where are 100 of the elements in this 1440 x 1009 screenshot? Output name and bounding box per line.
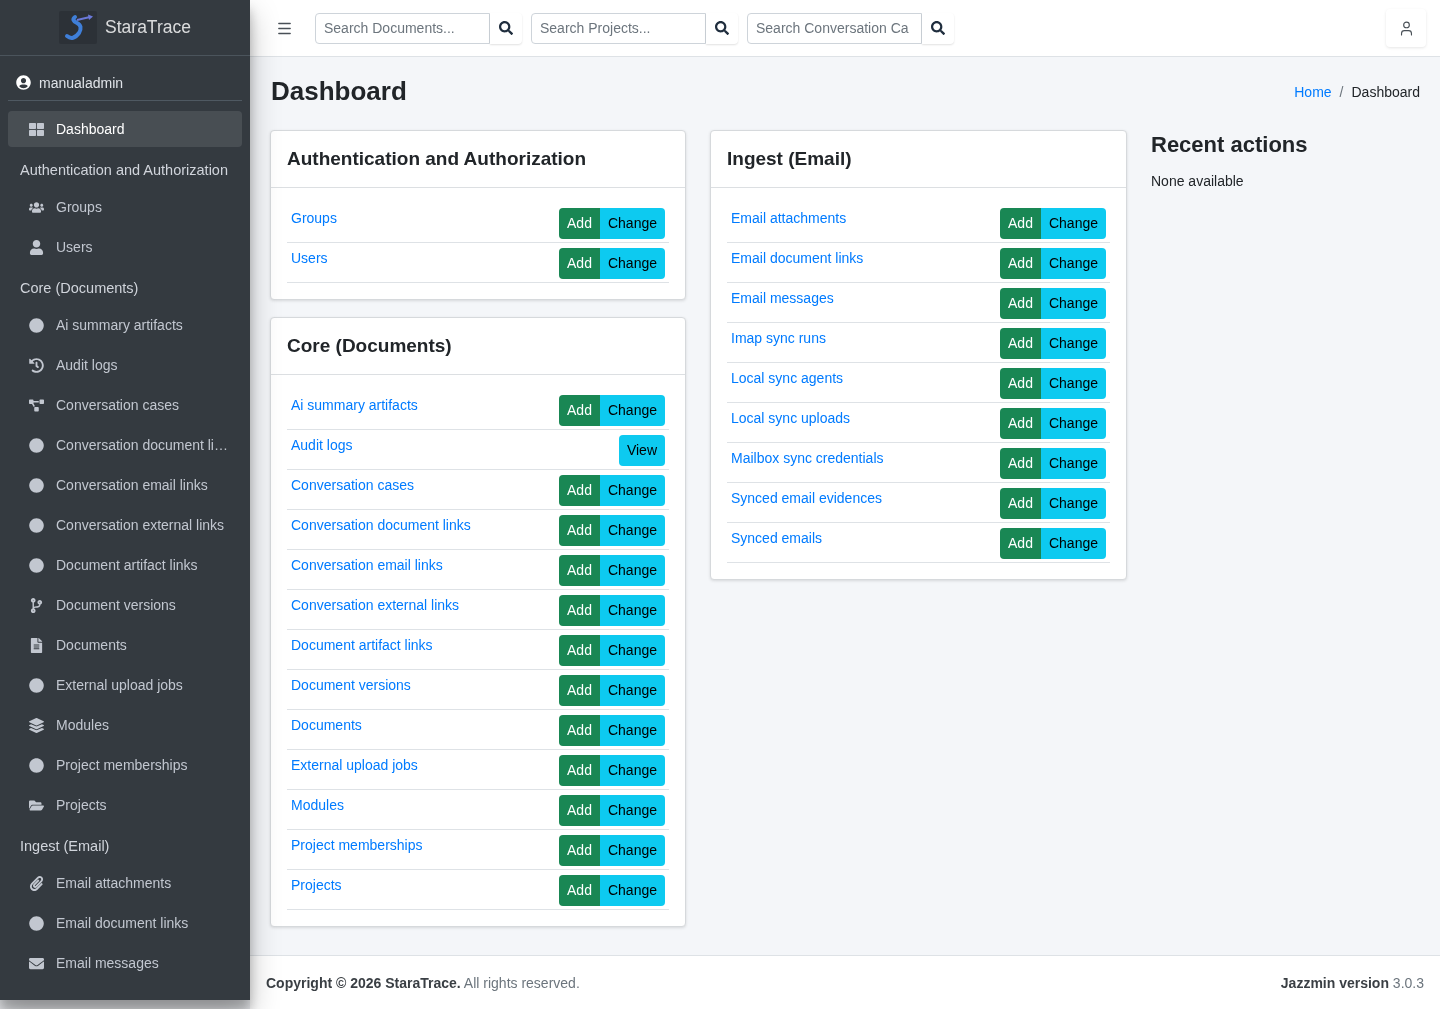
nav-item[interactable]: Conversation email links — [8, 467, 242, 503]
model-link[interactable]: Documents — [291, 715, 362, 737]
add-button[interactable]: Add — [559, 875, 600, 907]
add-button[interactable]: Add — [559, 208, 600, 240]
nav-item[interactable]: Projects — [8, 787, 242, 823]
change-button[interactable]: Change — [599, 208, 665, 240]
model-link[interactable]: Email document links — [731, 248, 864, 270]
search-field[interactable]: Search Conversation Ca — [747, 12, 922, 44]
nav-item[interactable]: Email messages — [8, 945, 242, 981]
search-field[interactable]: Search Documents... — [315, 12, 490, 44]
add-button[interactable]: Add — [559, 395, 600, 427]
add-button[interactable]: Add — [559, 555, 600, 587]
breadcrumb-link[interactable]: Home — [1294, 83, 1332, 100]
nav-item[interactable]: Ai summary artifacts — [8, 307, 242, 343]
change-button[interactable]: Change — [1040, 368, 1106, 400]
change-button[interactable]: Change — [1040, 208, 1106, 240]
nav-item[interactable]: Email attachments — [8, 865, 242, 901]
model-link[interactable]: External upload jobs — [291, 755, 418, 777]
change-button[interactable]: Change — [1040, 408, 1106, 440]
add-button[interactable]: Add — [559, 248, 600, 280]
model-link[interactable]: Local sync agents — [731, 368, 844, 390]
change-button[interactable]: Change — [1040, 328, 1106, 360]
model-link[interactable]: Ai summary artifacts — [291, 395, 418, 417]
nav-item[interactable]: Conversation cases — [8, 387, 242, 423]
empty-message: None available — [1151, 172, 1245, 189]
model-link[interactable]: Mailbox sync credentials — [731, 448, 884, 470]
nav-item[interactable]: Users — [8, 229, 242, 265]
add-button[interactable]: Add — [1000, 248, 1041, 280]
nav-item[interactable]: Conversation external links — [8, 507, 242, 543]
change-button[interactable]: Change — [1040, 288, 1106, 320]
nav-item[interactable]: Project memberships — [8, 747, 242, 783]
user-icon — [28, 239, 44, 255]
nav-item[interactable]: Document versions — [8, 587, 242, 623]
add-button[interactable]: Add — [1000, 328, 1041, 360]
change-button[interactable]: Change — [599, 715, 665, 747]
nav-item[interactable]: Dashboard — [8, 111, 242, 147]
model-link[interactable]: Conversation email links — [291, 555, 443, 577]
add-button[interactable]: Add — [559, 795, 600, 827]
change-button[interactable]: Change — [1040, 488, 1106, 520]
change-button[interactable]: Change — [599, 395, 665, 427]
nav-item[interactable]: Audit logs — [8, 347, 242, 383]
add-button[interactable]: Add — [559, 595, 600, 627]
change-button[interactable]: Change — [599, 515, 665, 547]
model-link[interactable]: Groups — [291, 208, 337, 230]
add-button[interactable]: Add — [559, 835, 600, 867]
add-button[interactable]: Add — [1000, 288, 1041, 320]
model-link[interactable]: Email attachments — [731, 208, 847, 230]
model-link[interactable]: Email messages — [731, 288, 834, 310]
add-button[interactable]: Add — [559, 515, 600, 547]
search-button[interactable] — [922, 12, 954, 44]
nav-item[interactable]: Email document links — [8, 905, 242, 941]
add-button[interactable]: Add — [559, 475, 600, 507]
model-link[interactable]: Imap sync runs — [731, 328, 826, 350]
model-link[interactable]: Modules — [291, 795, 344, 817]
change-button[interactable]: Change — [599, 555, 665, 587]
search-field[interactable]: Search Projects... — [531, 12, 706, 44]
change-button[interactable]: Change — [599, 675, 665, 707]
model-link[interactable]: Users — [291, 248, 328, 270]
model-link[interactable]: Local sync uploads — [731, 408, 851, 430]
model-link[interactable]: Conversation external links — [291, 595, 460, 617]
change-button[interactable]: Change — [599, 595, 665, 627]
add-button[interactable]: Add — [559, 635, 600, 667]
add-button[interactable]: Add — [1000, 368, 1041, 400]
change-button[interactable]: Change — [599, 835, 665, 867]
model-link[interactable]: Audit logs — [291, 435, 353, 457]
add-button[interactable]: Add — [559, 755, 600, 787]
change-button[interactable]: Change — [599, 795, 665, 827]
model-link[interactable]: Conversation cases — [291, 475, 414, 497]
nav-item[interactable]: Document artifact links — [8, 547, 242, 583]
nav-item[interactable]: Groups — [8, 189, 242, 225]
model-link[interactable]: Document versions — [291, 675, 411, 697]
add-button[interactable]: Add — [1000, 208, 1041, 240]
nav-item[interactable]: Modules — [8, 707, 242, 743]
model-link[interactable]: Synced email evidences — [731, 488, 882, 510]
change-button[interactable]: Change — [599, 635, 665, 667]
add-button[interactable]: Add — [1000, 448, 1041, 480]
model-link[interactable]: Document artifact links — [291, 635, 433, 657]
change-button[interactable]: Change — [1040, 248, 1106, 280]
nav-item[interactable]: Conversation document li… — [8, 427, 242, 463]
view-button[interactable]: View — [618, 435, 665, 467]
add-button[interactable]: Add — [1000, 488, 1041, 520]
nav-item[interactable]: Documents — [8, 627, 242, 663]
model-link[interactable]: Project memberships — [291, 835, 423, 857]
user-menu-button[interactable] — [1386, 9, 1426, 47]
add-button[interactable]: Add — [559, 675, 600, 707]
model-link[interactable]: Projects — [291, 875, 342, 897]
search-button[interactable] — [706, 12, 738, 44]
model-link[interactable]: Synced emails — [731, 528, 823, 550]
change-button[interactable]: Change — [1040, 528, 1106, 560]
change-button[interactable]: Change — [599, 875, 665, 907]
change-button[interactable]: Change — [599, 475, 665, 507]
change-button[interactable]: Change — [599, 755, 665, 787]
nav-item[interactable]: External upload jobs — [8, 667, 242, 703]
change-button[interactable]: Change — [1040, 448, 1106, 480]
add-button[interactable]: Add — [1000, 408, 1041, 440]
add-button[interactable]: Add — [1000, 528, 1041, 560]
add-button[interactable]: Add — [559, 715, 600, 747]
search-button[interactable] — [490, 12, 522, 44]
model-link[interactable]: Conversation document links — [291, 515, 471, 537]
change-button[interactable]: Change — [599, 248, 665, 280]
